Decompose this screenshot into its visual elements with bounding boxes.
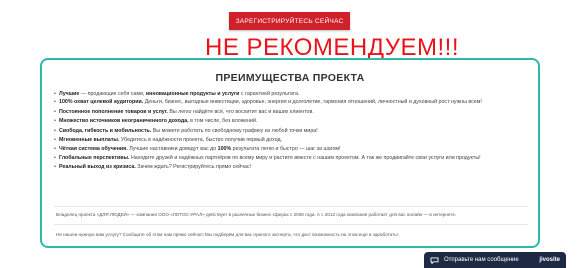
list-item: Множество источников неограниченного дох… bbox=[54, 117, 534, 126]
contact-note: Не нашли нужную вам услугу? Сообщите об … bbox=[56, 232, 398, 237]
divider bbox=[54, 206, 528, 207]
owner-note: Владелец проекта «ДЛЯ ЛЮДЕЙ» — компания … bbox=[56, 212, 457, 217]
list-item: Свобода, гибкость и мобильность. Вы може… bbox=[54, 127, 534, 136]
list-item: 100% охват целевой аудитории. Деньги, би… bbox=[54, 99, 519, 106]
chat-widget-button[interactable]: Отправьте нам сообщение jivosite bbox=[424, 252, 566, 268]
chat-bubble-icon bbox=[430, 256, 439, 264]
list-item: Реальный выход из кризиса. Зачем ждать? … bbox=[54, 163, 534, 172]
chat-widget-label: Отправьте нам сообщение bbox=[444, 257, 519, 263]
jivosite-logo: jivosite bbox=[539, 257, 560, 263]
benefits-title: ПРЕИМУЩЕСТВА ПРОЕКТА bbox=[215, 72, 365, 84]
list-item: Глобальные перспективы. Находите друзей … bbox=[54, 154, 534, 163]
benefits-card: ПРЕИМУЩЕСТВА ПРОЕКТА Лучшие — продающие … bbox=[40, 58, 540, 248]
list-item: Мгновенные выплаты. Убедитесь в надёжнос… bbox=[54, 136, 534, 145]
divider bbox=[54, 224, 528, 225]
list-item: Лучшие — продающие себя сами, инновацион… bbox=[54, 90, 534, 99]
list-item: Чёткая система обучения. Лучшие наставни… bbox=[54, 145, 534, 154]
list-item: Постоянное пополнение товаров и услуг. В… bbox=[54, 108, 534, 117]
register-now-button[interactable]: ЗАРЕГИСТРИРУЙТЕСЬ СЕЙЧАС bbox=[229, 12, 350, 30]
benefits-list: Лучшие — продающие себя сами, инновацион… bbox=[54, 90, 534, 173]
